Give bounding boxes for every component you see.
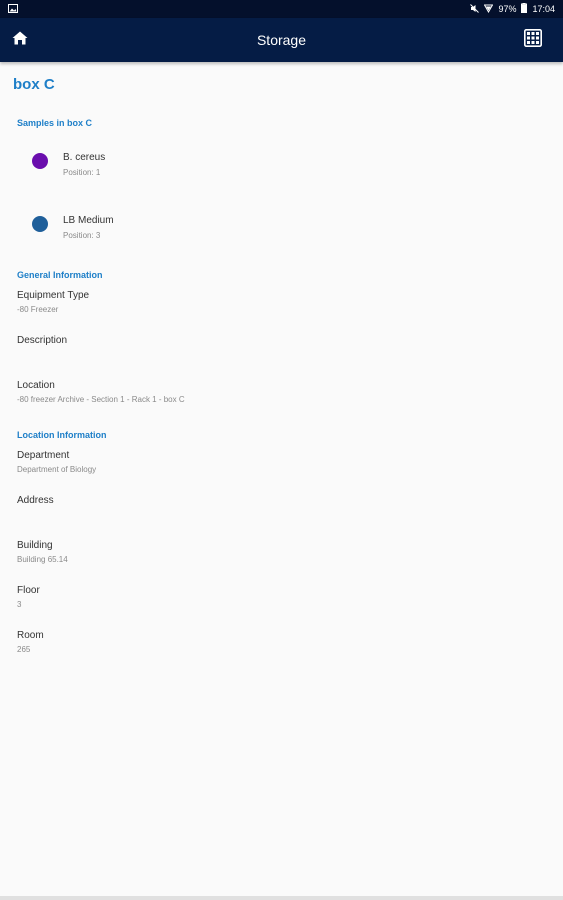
- field-label: Department: [17, 450, 70, 461]
- sample-color-dot: [32, 216, 48, 232]
- sample-name: LB Medium: [63, 215, 114, 226]
- battery-percent: 97%: [498, 3, 517, 14]
- grid-icon: [524, 28, 542, 52]
- department-field: Department Department of Biology: [17, 449, 537, 477]
- bottom-divider: [0, 896, 563, 900]
- description-field: Description: [17, 334, 537, 348]
- app-title: Storage: [256, 32, 307, 48]
- home-button[interactable]: [10, 30, 30, 50]
- field-label: Equipment Type: [17, 290, 90, 301]
- floor-field: Floor 3: [17, 584, 537, 612]
- home-icon: [12, 31, 28, 50]
- field-label: Room: [17, 630, 44, 641]
- sample-position: Position: 3: [63, 231, 101, 240]
- field-value: Building 65.14: [17, 555, 68, 564]
- sample-item[interactable]: LB Medium Position: 3: [0, 207, 563, 257]
- app-bar: Storage: [0, 18, 563, 62]
- field-value: 3: [17, 600, 22, 609]
- field-value: 265: [17, 645, 31, 654]
- building-field: Building Building 65.14: [17, 539, 537, 567]
- field-label: Location: [17, 380, 55, 391]
- location-section-header: Location Information: [17, 430, 107, 440]
- sample-item[interactable]: B. cereus Position: 1: [0, 144, 563, 194]
- address-field: Address: [17, 494, 537, 508]
- grid-view-button[interactable]: [523, 28, 543, 52]
- field-value: -80 Freezer: [17, 305, 59, 314]
- field-label: Description: [17, 335, 68, 346]
- field-value: Department of Biology: [17, 465, 97, 474]
- location-field: Location -80 freezer Archive - Section 1…: [17, 379, 537, 407]
- field-label: Building: [17, 540, 53, 551]
- sample-color-dot: [32, 153, 48, 169]
- clock: 17:04: [532, 3, 555, 14]
- general-section-header: General Information: [17, 270, 103, 280]
- samples-section-header: Samples in box C: [17, 118, 93, 128]
- battery-icon: [521, 3, 528, 15]
- field-label: Address: [17, 495, 54, 506]
- signal-icon: [484, 4, 494, 15]
- page-title: box C: [13, 76, 55, 93]
- status-bar: 97% 17:04: [0, 0, 563, 18]
- sample-position: Position: 1: [63, 168, 101, 177]
- field-value: -80 freezer Archive - Section 1 - Rack 1…: [17, 395, 185, 404]
- mute-icon: [470, 3, 480, 15]
- equipment-type-field: Equipment Type -80 Freezer: [17, 289, 537, 317]
- sample-name: B. cereus: [63, 152, 106, 163]
- image-icon: [8, 3, 18, 15]
- room-field: Room 265: [17, 629, 537, 657]
- field-label: Floor: [17, 585, 40, 596]
